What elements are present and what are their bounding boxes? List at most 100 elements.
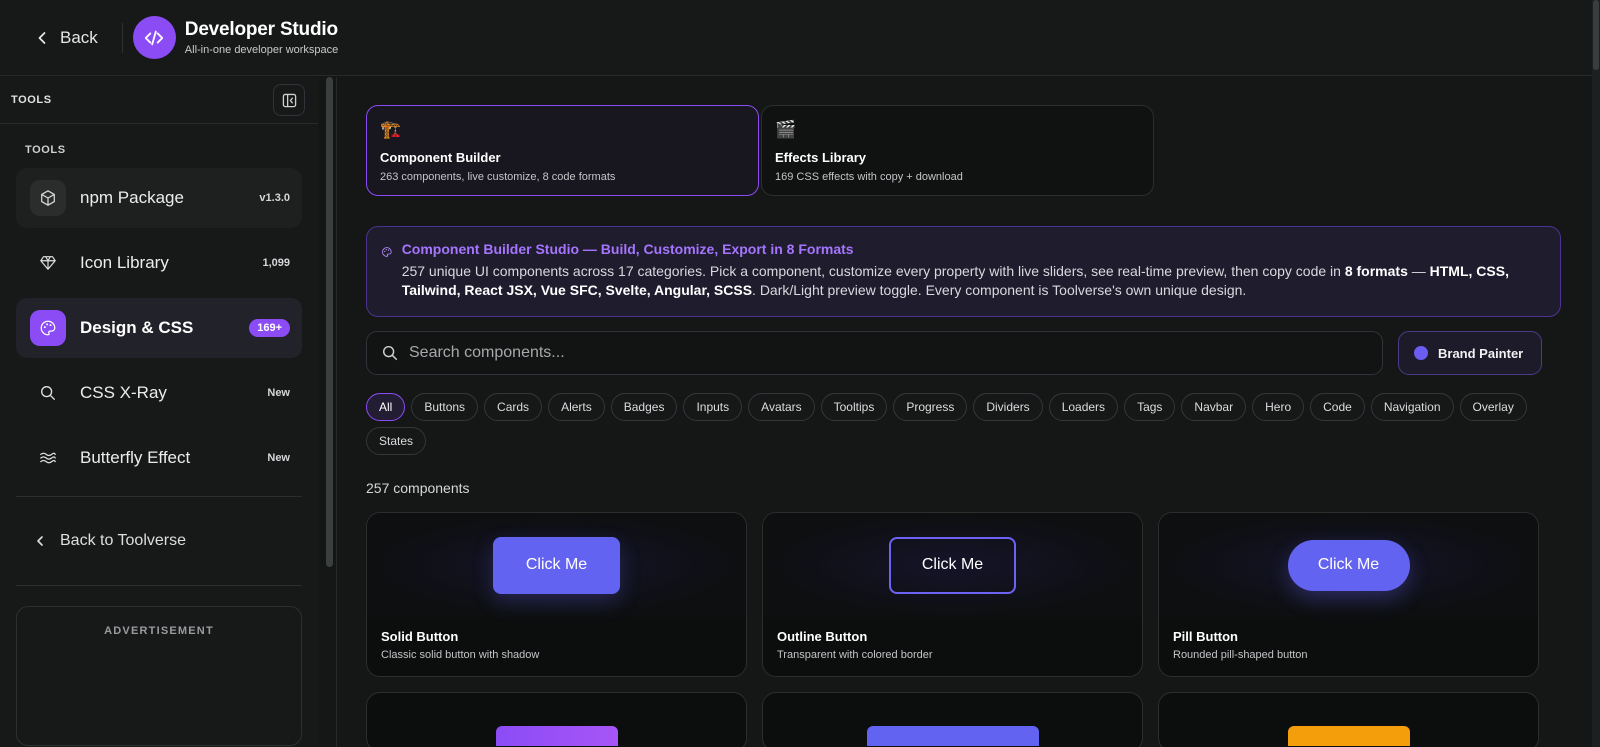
component-card-solid-button[interactable]: Click Me Solid Button Classic solid butt… [366, 512, 747, 677]
version-badge: v1.3.0 [259, 192, 290, 204]
brand-painter-label: Brand Painter [1438, 345, 1524, 361]
main-content: 🏗️ Component Builder 263 components, liv… [337, 77, 1592, 747]
sidebar-item-label: npm Package [80, 188, 184, 207]
app-header: Back Developer Studio All-in-one develop… [0, 0, 1592, 76]
preview-warning-button [1288, 726, 1410, 746]
search-input[interactable] [409, 344, 1309, 362]
palette-icon [30, 310, 66, 346]
component-description: Classic solid button with shadow [381, 649, 540, 661]
filter-chip-overlay[interactable]: Overlay [1459, 393, 1527, 421]
component-description: Transparent with colored border [777, 649, 933, 661]
filter-chip-code[interactable]: Code [1310, 393, 1365, 421]
banner-text: 257 unique UI components across 17 categ… [402, 262, 1544, 300]
preview-gradient-button [496, 726, 618, 746]
brand: Developer Studio All-in-one developer wo… [185, 19, 338, 56]
sidebar-item-label: Design & CSS [80, 318, 194, 337]
banner-text-bold: 8 formats [1344, 263, 1408, 279]
code-icon [132, 16, 176, 59]
component-name: Solid Button [381, 629, 459, 644]
sidebar-section-label: TOOLS [25, 144, 66, 156]
search-icon [382, 345, 398, 361]
brand-painter-button[interactable]: Brand Painter [1398, 331, 1542, 375]
filter-chip-alerts[interactable]: Alerts [548, 393, 605, 421]
clapper-icon: 🎬 [775, 120, 797, 139]
tool-card-subtitle: 169 CSS effects with copy + download [775, 171, 963, 183]
sidebar-item-design-css[interactable]: Design & CSS 169+ [16, 298, 302, 358]
search-icon [30, 375, 66, 411]
back-button[interactable]: Back [34, 28, 98, 48]
banner-text-part: — [1407, 263, 1430, 279]
chevron-left-icon [38, 31, 46, 44]
preview-solid-button: Click Me [493, 536, 620, 594]
tool-card-subtitle: 263 components, live customize, 8 code f… [380, 171, 616, 183]
back-to-toolverse-label: Back to Toolverse [60, 532, 186, 549]
waves-icon [30, 440, 66, 476]
sidebar-list: npm Package v1.3.0 Icon Library 1,099 De… [16, 168, 302, 488]
tool-card-title: Effects Library [775, 150, 867, 165]
component-card-outline-button[interactable]: Click Me Outline Button Transparent with… [762, 512, 1143, 677]
tool-card-component-builder[interactable]: 🏗️ Component Builder 263 components, liv… [366, 105, 759, 196]
diamond-icon [30, 245, 66, 281]
component-card[interactable] [1158, 692, 1539, 747]
sidebar-item-icon-library[interactable]: Icon Library 1,099 [16, 233, 302, 293]
filter-chip-progress[interactable]: Progress [893, 393, 968, 421]
sidebar-header-label: TOOLS [11, 94, 52, 106]
filter-chip-buttons[interactable]: Buttons [411, 393, 479, 421]
filter-chip-tooltips[interactable]: Tooltips [820, 393, 888, 421]
collapse-sidebar-button[interactable] [273, 84, 305, 116]
preview-outline-button: Click Me [889, 536, 1016, 594]
advertisement-label: ADVERTISEMENT [104, 625, 214, 637]
filter-chip-tags[interactable]: Tags [1124, 393, 1176, 421]
app-subtitle: All-in-one developer workspace [184, 44, 339, 56]
chevron-left-icon [37, 536, 43, 546]
sidebar-item-label: Icon Library [80, 253, 169, 272]
filter-chip-all[interactable]: All [366, 393, 406, 421]
tool-card-effects-library[interactable]: 🎬 Effects Library 169 CSS effects with c… [761, 105, 1154, 196]
info-banner: Component Builder Studio — Build, Custom… [366, 226, 1561, 317]
back-to-toolverse-link[interactable]: Back to Toolverse [0, 497, 318, 585]
app-title: Developer Studio [184, 19, 338, 40]
component-preview: Click Me [367, 513, 746, 617]
component-name: Outline Button [777, 629, 868, 644]
sidebar: TOOLS TOOLS npm Package v1.3.0 Icon Libr… [0, 77, 318, 747]
component-count: 257 components [366, 480, 470, 496]
back-label: Back [60, 27, 98, 47]
sidebar-item-label: Butterfly Effect [80, 448, 191, 467]
filter-chip-hero[interactable]: Hero [1252, 393, 1305, 421]
filter-chip-avatars[interactable]: Avatars [748, 393, 815, 421]
component-card[interactable] [762, 692, 1143, 747]
filter-chip-cards[interactable]: Cards [484, 393, 543, 421]
search-box[interactable] [366, 331, 1383, 375]
component-preview: Click Me [1159, 513, 1538, 617]
preview-pill-button: Click Me [1287, 539, 1410, 591]
package-icon [30, 180, 66, 216]
filter-chip-navigation[interactable]: Navigation [1370, 393, 1454, 421]
filter-chip-dividers[interactable]: Dividers [973, 393, 1043, 421]
component-card[interactable] [366, 692, 747, 747]
sidebar-scrollbar[interactable] [326, 77, 333, 567]
banner-text-part: . Dark/Light preview toggle. Every compo… [752, 282, 1247, 298]
page-scrollbar-track[interactable] [1592, 0, 1600, 747]
filter-chip-badges[interactable]: Badges [610, 393, 678, 421]
color-dot-icon [1414, 346, 1428, 360]
sidebar-divider [16, 585, 302, 586]
sidebar-item-label: CSS X-Ray [80, 383, 167, 402]
filter-chip-navbar[interactable]: Navbar [1181, 393, 1247, 421]
advertisement-box: ADVERTISEMENT [16, 606, 302, 746]
filter-chip-loaders[interactable]: Loaders [1048, 393, 1119, 421]
sidebar-item-css-xray[interactable]: CSS X-Ray New [16, 363, 302, 423]
filter-chip-states[interactable]: States [366, 427, 427, 455]
new-badge: New [267, 387, 290, 399]
banner-text-part: 257 unique UI components across 17 categ… [401, 263, 1345, 279]
sidebar-item-butterfly-effect[interactable]: Butterfly Effect New [16, 428, 302, 488]
count-badge: 1,099 [262, 257, 290, 269]
count-badge: 169+ [249, 319, 290, 337]
construction-icon: 🏗️ [380, 120, 402, 139]
page-scrollbar-thumb[interactable] [1593, 0, 1599, 70]
sidebar-item-npm-package[interactable]: npm Package v1.3.0 [16, 168, 302, 228]
header-divider [121, 22, 123, 53]
filter-chip-inputs[interactable]: Inputs [683, 393, 743, 421]
palette-icon [382, 247, 392, 257]
component-preview: Click Me [763, 513, 1142, 617]
component-card-pill-button[interactable]: Click Me Pill Button Rounded pill-shaped… [1158, 512, 1539, 677]
